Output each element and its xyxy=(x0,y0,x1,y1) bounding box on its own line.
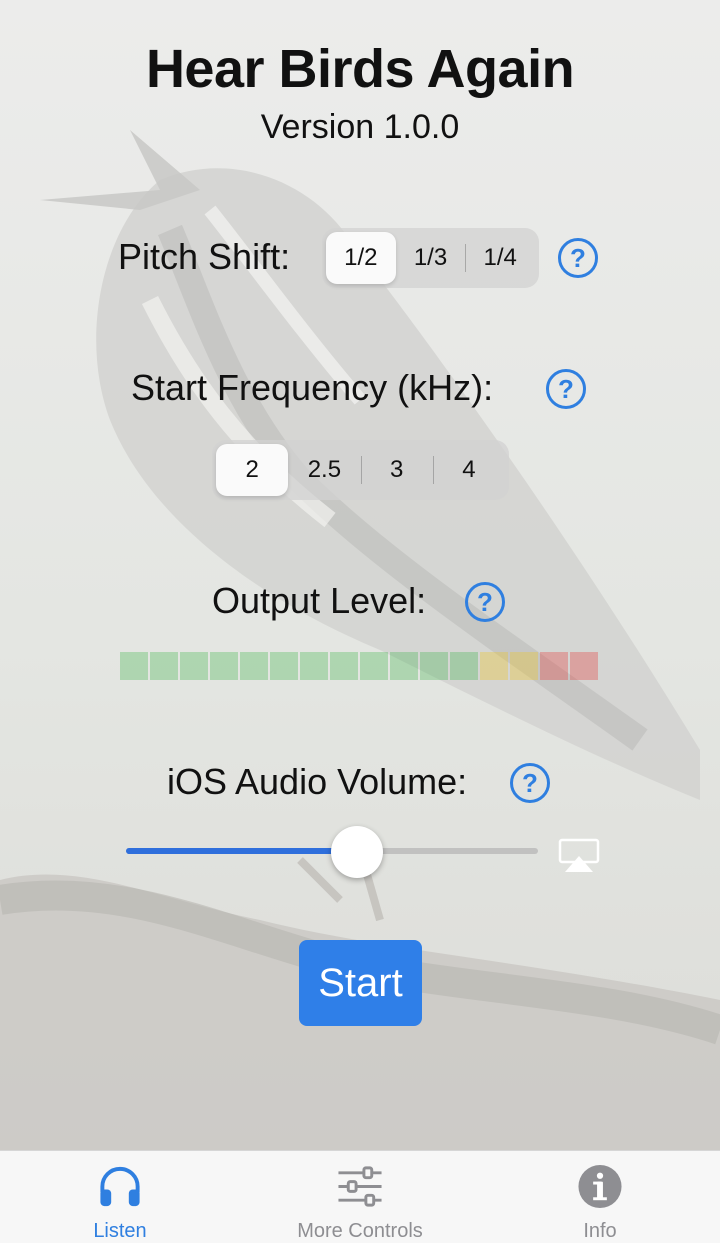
meter-segment xyxy=(360,652,388,680)
meter-segment xyxy=(120,652,148,680)
info-circle-icon xyxy=(578,1164,622,1209)
meter-segment xyxy=(150,652,178,680)
start-frequency-segmented-control[interactable]: 2 2.5 3 4 xyxy=(212,440,509,500)
pitch-shift-option[interactable]: 1/3 xyxy=(396,232,466,284)
tab-listen[interactable]: Listen xyxy=(0,1151,240,1243)
tab-label: More Controls xyxy=(297,1220,423,1242)
pitch-shift-label: Pitch Shift: xyxy=(118,236,291,277)
start-frequency-option[interactable]: 2 xyxy=(216,444,289,496)
meter-segment xyxy=(330,652,358,680)
meter-segment xyxy=(450,652,478,680)
meter-segment xyxy=(270,652,298,680)
meter-segment xyxy=(180,652,208,680)
airplay-icon[interactable] xyxy=(558,838,600,874)
output-level-meter xyxy=(120,652,598,680)
tab-more-controls[interactable]: More Controls xyxy=(240,1151,480,1243)
tab-label: Info xyxy=(583,1220,617,1242)
start-frequency-option[interactable]: 2.5 xyxy=(288,444,360,496)
audio-volume-label: iOS Audio Volume: xyxy=(167,761,468,802)
meter-segment xyxy=(480,652,508,680)
pitch-shift-segmented-control[interactable]: 1/2 1/3 1/4 xyxy=(322,228,539,288)
start-frequency-label: Start Frequency (kHz): xyxy=(131,367,494,408)
meter-segment xyxy=(510,652,538,680)
headphones-icon xyxy=(100,1166,140,1207)
start-frequency-option[interactable]: 4 xyxy=(432,444,505,496)
sliders-icon xyxy=(338,1166,382,1207)
pitch-shift-option[interactable]: 1/2 xyxy=(326,232,396,284)
app-title: Hear Birds Again xyxy=(145,39,575,99)
start-button[interactable]: Start xyxy=(299,940,422,1026)
meter-segment xyxy=(300,652,328,680)
volume-slider-thumb[interactable] xyxy=(330,826,383,878)
start-frequency-option[interactable]: 3 xyxy=(360,444,433,496)
meter-segment xyxy=(210,652,238,680)
meter-segment xyxy=(540,652,568,680)
tab-label: Listen xyxy=(93,1220,147,1242)
app-version: Version 1.0.0 xyxy=(260,108,460,146)
volume-slider-fill xyxy=(126,848,357,854)
meter-segment xyxy=(240,652,268,680)
pitch-shift-option[interactable]: 1/4 xyxy=(465,232,535,284)
meter-segment xyxy=(390,652,418,680)
output-level-label: Output Level: xyxy=(212,580,427,621)
audio-volume-help-icon[interactable]: ? xyxy=(510,763,550,803)
meter-segment xyxy=(570,652,598,680)
pitch-shift-help-icon[interactable]: ? xyxy=(558,238,598,278)
meter-segment xyxy=(420,652,448,680)
output-level-help-icon[interactable]: ? xyxy=(465,582,505,622)
tab-info[interactable]: Info xyxy=(480,1151,720,1243)
tab-bar: Listen More Controls Info xyxy=(0,1150,720,1243)
start-frequency-help-icon[interactable]: ? xyxy=(546,369,586,409)
